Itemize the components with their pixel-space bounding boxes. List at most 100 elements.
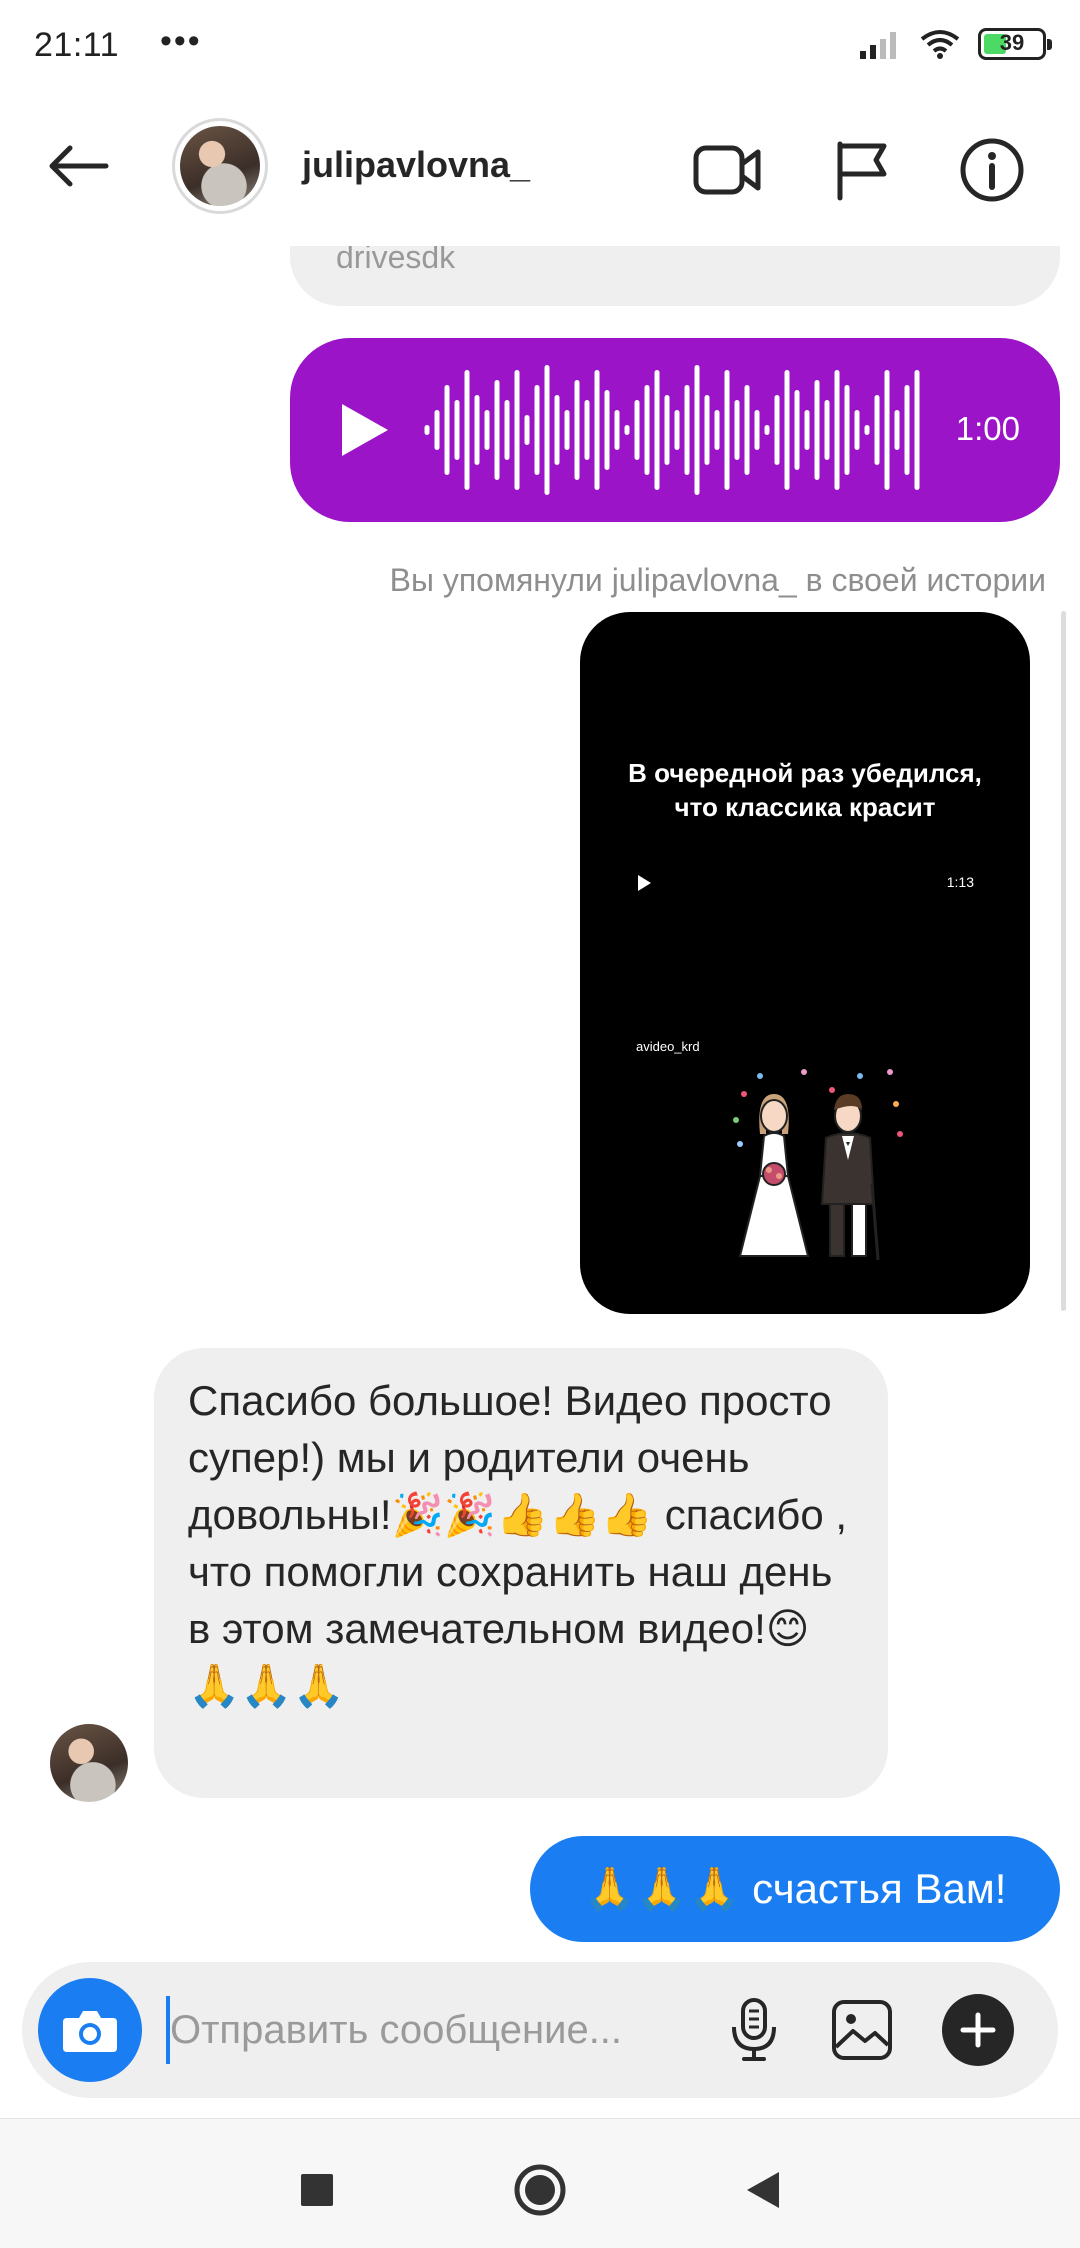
plus-icon [960, 2012, 996, 2048]
wifi-icon [920, 30, 960, 59]
camera-button[interactable] [38, 1978, 142, 2082]
gallery-icon [832, 2000, 892, 2060]
story-caption-line1: В очередной раз убедился, [628, 758, 982, 788]
wedding-couple-illustration [733, 1069, 903, 1261]
waveform-bar [474, 395, 480, 465]
waveform-bar [634, 400, 640, 460]
status-bar: 21:11 ••• 39 [0, 0, 1080, 96]
story-mention-note: Вы упомянули julipavlovna_ в своей истор… [389, 562, 1046, 598]
message-list[interactable]: drivesdk 1:00 Вы упомянули julipavlovna_… [0, 246, 1080, 1954]
video-call-button[interactable] [688, 130, 768, 210]
outgoing-message-bubble[interactable]: 🙏🙏🙏 счастья Вам! [530, 1836, 1060, 1942]
waveform-bar [564, 410, 570, 450]
back-nav-button[interactable] [728, 2155, 798, 2225]
battery-level: 39 [999, 30, 1025, 55]
waveform-bar [694, 365, 700, 495]
waveform-bar [644, 385, 650, 475]
waveform-bar [914, 370, 920, 490]
back-arrow-icon [49, 145, 109, 187]
waveform-bar [494, 380, 500, 480]
waveform-bar [574, 380, 580, 480]
waveform-bar [724, 370, 730, 490]
home-button[interactable] [505, 2155, 575, 2225]
waveform-bar [854, 410, 860, 450]
waveform-bar [524, 415, 530, 445]
message-composer [22, 1962, 1058, 2098]
waveform-bar [784, 370, 790, 490]
waveform-bar [764, 425, 770, 435]
waveform-bar [554, 395, 560, 465]
microphone-icon [732, 1998, 776, 2061]
waveform-bar [774, 395, 780, 465]
flag-icon [837, 141, 887, 201]
waveform-bar [534, 385, 540, 475]
sender-avatar[interactable] [50, 1724, 128, 1802]
message-input[interactable] [166, 1996, 706, 2064]
scrollbar[interactable] [1061, 611, 1066, 1311]
waveform-bar [504, 400, 510, 460]
signal-icon [860, 32, 896, 59]
gallery-button[interactable] [822, 1990, 902, 2070]
info-button[interactable] [952, 130, 1032, 210]
story-caption: В очередной раз убедился, что классика к… [580, 756, 1030, 824]
waveform-bar [734, 400, 740, 460]
back-button[interactable] [38, 134, 118, 198]
waveform-bar [824, 400, 830, 460]
waveform-bar [544, 365, 550, 495]
waveform-bar [684, 385, 690, 475]
recents-button[interactable] [282, 2155, 352, 2225]
chat-username[interactable]: julipavlovna_ [302, 144, 530, 186]
waveform-bar [754, 410, 760, 450]
outgoing-message-text: 🙏🙏🙏 счастья Вам! [583, 1864, 1007, 1912]
voice-waveform [424, 365, 920, 495]
waveform-bar [814, 380, 820, 480]
waveform-bar [454, 400, 460, 460]
waveform-bar [704, 395, 710, 465]
waveform-bar [444, 385, 450, 475]
waveform-bar [714, 410, 720, 450]
waveform-bar [894, 410, 900, 450]
story-author: avideo_krd [636, 1039, 700, 1054]
waveform-bar [874, 395, 880, 465]
partial-message-bubble[interactable]: drivesdk [290, 246, 1060, 306]
waveform-bar [834, 370, 840, 490]
waveform-bar [744, 385, 750, 475]
back-triangle-icon [747, 2172, 779, 2208]
info-icon [960, 138, 1024, 202]
waveform-bar [884, 370, 890, 490]
waveform-bar [434, 410, 440, 450]
waveform-bar [614, 410, 620, 450]
chat-header: julipavlovna_ [0, 96, 1080, 246]
status-time: 21:11 [34, 26, 120, 64]
voice-record-button[interactable] [714, 1990, 794, 2070]
waveform-bar [904, 385, 910, 475]
waveform-bar [844, 385, 850, 475]
waveform-bar [664, 395, 670, 465]
status-icons: 39 [858, 28, 1052, 60]
waveform-bar [424, 425, 430, 435]
waveform-bar [804, 410, 810, 450]
waveform-bar [674, 410, 680, 450]
waveform-bar [864, 425, 870, 435]
incoming-message-text: Спасибо большое! Видео просто супер!) мы… [188, 1377, 848, 1709]
home-circle-icon [514, 2164, 566, 2216]
play-icon[interactable] [334, 398, 394, 462]
story-duration: 1:13 [946, 874, 974, 890]
voice-message[interactable]: 1:00 [290, 338, 1060, 522]
waveform-bar [594, 370, 600, 490]
report-flag-button[interactable] [822, 130, 902, 210]
more-options-button[interactable] [942, 1994, 1014, 2066]
waveform-bar [484, 410, 490, 450]
waveform-bar [794, 390, 800, 470]
waveform-bar [654, 370, 660, 490]
story-preview[interactable]: В очередной раз убедился, что классика к… [580, 612, 1030, 1314]
waveform-bar [464, 370, 470, 490]
recents-square-icon [301, 2174, 333, 2206]
incoming-message-bubble[interactable]: Спасибо большое! Видео просто супер!) мы… [154, 1348, 888, 1798]
video-call-icon [693, 145, 761, 195]
header-avatar[interactable] [172, 118, 268, 214]
waveform-bar [584, 400, 590, 460]
partial-message-text: drivesdk [336, 246, 456, 275]
camera-icon [63, 2011, 117, 2052]
story-play-icon [638, 875, 651, 891]
